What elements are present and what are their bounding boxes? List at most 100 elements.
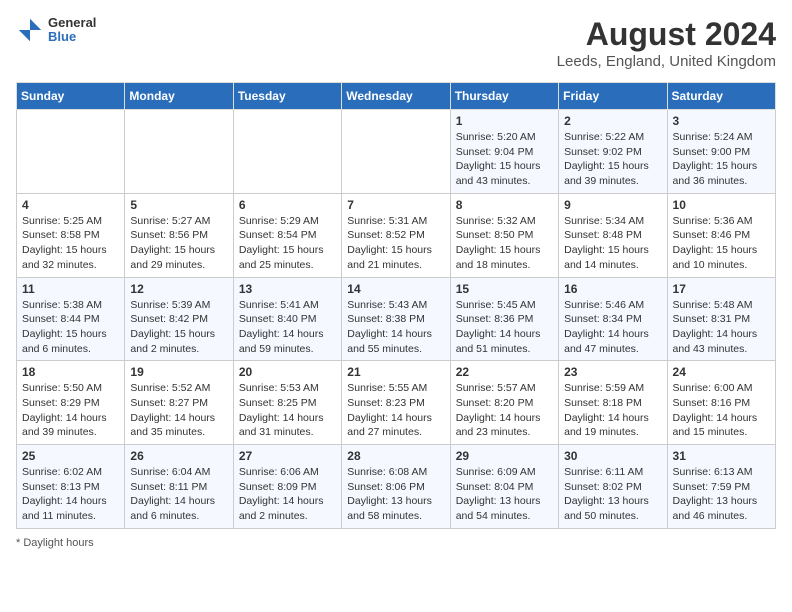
day-info: Sunrise: 5:41 AM Sunset: 8:40 PM Dayligh… bbox=[239, 298, 336, 357]
day-number: 19 bbox=[130, 365, 227, 379]
calendar-cell: 15 Sunrise: 5:45 AM Sunset: 8:36 PM Dayli… bbox=[450, 277, 558, 361]
day-info: Sunrise: 6:02 AM Sunset: 8:13 PM Dayligh… bbox=[22, 465, 119, 524]
day-number: 7 bbox=[347, 198, 444, 212]
calendar-table: Sunday Monday Tuesday Wednesday Thursday… bbox=[16, 82, 776, 529]
day-info: Sunrise: 5:46 AM Sunset: 8:34 PM Dayligh… bbox=[564, 298, 661, 357]
day-info: Sunrise: 5:43 AM Sunset: 8:38 PM Dayligh… bbox=[347, 298, 444, 357]
day-number: 4 bbox=[22, 198, 119, 212]
day-number: 17 bbox=[673, 282, 770, 296]
calendar-cell: 8 Sunrise: 5:32 AM Sunset: 8:50 PM Daylig… bbox=[450, 193, 558, 277]
day-number: 5 bbox=[130, 198, 227, 212]
logo: General Blue bbox=[16, 16, 96, 45]
calendar-cell: 6 Sunrise: 5:29 AM Sunset: 8:54 PM Daylig… bbox=[233, 193, 341, 277]
calendar-cell: 1 Sunrise: 5:20 AM Sunset: 9:04 PM Daylig… bbox=[450, 110, 558, 194]
calendar-cell: 17 Sunrise: 5:48 AM Sunset: 8:31 PM Dayli… bbox=[667, 277, 775, 361]
logo-general: General bbox=[48, 16, 96, 30]
header-row: Sunday Monday Tuesday Wednesday Thursday… bbox=[17, 83, 776, 110]
calendar-cell bbox=[342, 110, 450, 194]
day-number: 31 bbox=[673, 449, 770, 463]
calendar-cell: 23 Sunrise: 5:59 AM Sunset: 8:18 PM Dayli… bbox=[559, 361, 667, 445]
title-area: August 2024 Leeds, England, United Kingd… bbox=[557, 16, 776, 70]
day-number: 10 bbox=[673, 198, 770, 212]
day-info: Sunrise: 5:22 AM Sunset: 9:02 PM Dayligh… bbox=[564, 130, 661, 189]
calendar-cell: 27Sunrise: 6:06 AM Sunset: 8:09 PM Dayli… bbox=[233, 445, 341, 529]
day-number: 23 bbox=[564, 365, 661, 379]
day-info: Sunrise: 6:00 AM Sunset: 8:16 PM Dayligh… bbox=[673, 381, 770, 440]
col-sunday: Sunday bbox=[17, 83, 125, 110]
calendar-cell: 4Sunrise: 5:25 AM Sunset: 8:58 PM Daylig… bbox=[17, 193, 125, 277]
calendar-cell: 12Sunrise: 5:39 AM Sunset: 8:42 PM Dayli… bbox=[125, 277, 233, 361]
calendar-cell: 31 Sunrise: 6:13 AM Sunset: 7:59 PM Dayli… bbox=[667, 445, 775, 529]
day-info: Sunrise: 5:57 AM Sunset: 8:20 PM Dayligh… bbox=[456, 381, 553, 440]
calendar-cell: 3Sunrise: 5:24 AM Sunset: 9:00 PM Daylig… bbox=[667, 110, 775, 194]
day-info: Sunrise: 5:20 AM Sunset: 9:04 PM Dayligh… bbox=[456, 130, 553, 189]
footer-note: * Daylight hours bbox=[16, 537, 776, 549]
calendar-week-1: 1 Sunrise: 5:20 AM Sunset: 9:04 PM Daylig… bbox=[17, 110, 776, 194]
day-number: 13 bbox=[239, 282, 336, 296]
calendar-cell: 24 Sunrise: 6:00 AM Sunset: 8:16 PM Dayli… bbox=[667, 361, 775, 445]
day-number: 14 bbox=[347, 282, 444, 296]
logo-icon bbox=[16, 16, 44, 44]
day-info: Sunrise: 5:48 AM Sunset: 8:31 PM Dayligh… bbox=[673, 298, 770, 357]
day-info: Sunrise: 5:31 AM Sunset: 8:52 PM Dayligh… bbox=[347, 214, 444, 273]
day-number: 30 bbox=[564, 449, 661, 463]
calendar-cell bbox=[125, 110, 233, 194]
col-thursday: Thursday bbox=[450, 83, 558, 110]
day-info: Sunrise: 5:59 AM Sunset: 8:18 PM Dayligh… bbox=[564, 381, 661, 440]
day-info: Sunrise: 5:45 AM Sunset: 8:36 PM Dayligh… bbox=[456, 298, 553, 357]
day-number: 16 bbox=[564, 282, 661, 296]
calendar-cell: 30Sunrise: 6:11 AM Sunset: 8:02 PM Dayli… bbox=[559, 445, 667, 529]
day-number: 6 bbox=[239, 198, 336, 212]
day-info: Sunrise: 5:34 AM Sunset: 8:48 PM Dayligh… bbox=[564, 214, 661, 273]
col-saturday: Saturday bbox=[667, 83, 775, 110]
day-number: 20 bbox=[239, 365, 336, 379]
day-number: 28 bbox=[347, 449, 444, 463]
day-number: 24 bbox=[673, 365, 770, 379]
day-info: Sunrise: 6:08 AM Sunset: 8:06 PM Dayligh… bbox=[347, 465, 444, 524]
day-info: Sunrise: 5:32 AM Sunset: 8:50 PM Dayligh… bbox=[456, 214, 553, 273]
logo-text: General Blue bbox=[48, 16, 96, 45]
calendar-cell: 10Sunrise: 5:36 AM Sunset: 8:46 PM Dayli… bbox=[667, 193, 775, 277]
day-number: 1 bbox=[456, 114, 553, 128]
page-header: General Blue August 2024 Leeds, England,… bbox=[16, 16, 776, 70]
day-info: Sunrise: 5:38 AM Sunset: 8:44 PM Dayligh… bbox=[22, 298, 119, 357]
calendar-cell: 20 Sunrise: 5:53 AM Sunset: 8:25 PM Dayli… bbox=[233, 361, 341, 445]
calendar-cell: 19 Sunrise: 5:52 AM Sunset: 8:27 PM Dayli… bbox=[125, 361, 233, 445]
calendar-week-4: 18Sunrise: 5:50 AM Sunset: 8:29 PM Dayli… bbox=[17, 361, 776, 445]
calendar-cell bbox=[17, 110, 125, 194]
calendar-header: Sunday Monday Tuesday Wednesday Thursday… bbox=[17, 83, 776, 110]
calendar-cell: 29Sunrise: 6:09 AM Sunset: 8:04 PM Dayli… bbox=[450, 445, 558, 529]
calendar-cell: 11Sunrise: 5:38 AM Sunset: 8:44 PM Dayli… bbox=[17, 277, 125, 361]
day-info: Sunrise: 6:04 AM Sunset: 8:11 PM Dayligh… bbox=[130, 465, 227, 524]
calendar-cell: 22 Sunrise: 5:57 AM Sunset: 8:20 PM Dayli… bbox=[450, 361, 558, 445]
day-number: 26 bbox=[130, 449, 227, 463]
day-number: 2 bbox=[564, 114, 661, 128]
footer-text: Daylight hours bbox=[23, 537, 93, 549]
day-info: Sunrise: 6:09 AM Sunset: 8:04 PM Dayligh… bbox=[456, 465, 553, 524]
calendar-week-5: 25Sunrise: 6:02 AM Sunset: 8:13 PM Dayli… bbox=[17, 445, 776, 529]
day-info: Sunrise: 6:06 AM Sunset: 8:09 PM Dayligh… bbox=[239, 465, 336, 524]
day-number: 21 bbox=[347, 365, 444, 379]
calendar-cell: 9 Sunrise: 5:34 AM Sunset: 8:48 PM Daylig… bbox=[559, 193, 667, 277]
day-info: Sunrise: 5:53 AM Sunset: 8:25 PM Dayligh… bbox=[239, 381, 336, 440]
calendar-body: 1 Sunrise: 5:20 AM Sunset: 9:04 PM Daylig… bbox=[17, 110, 776, 529]
day-info: Sunrise: 5:29 AM Sunset: 8:54 PM Dayligh… bbox=[239, 214, 336, 273]
page-title: August 2024 bbox=[557, 16, 776, 53]
day-info: Sunrise: 5:27 AM Sunset: 8:56 PM Dayligh… bbox=[130, 214, 227, 273]
day-number: 15 bbox=[456, 282, 553, 296]
calendar-week-3: 11Sunrise: 5:38 AM Sunset: 8:44 PM Dayli… bbox=[17, 277, 776, 361]
day-info: Sunrise: 5:55 AM Sunset: 8:23 PM Dayligh… bbox=[347, 381, 444, 440]
day-info: Sunrise: 5:52 AM Sunset: 8:27 PM Dayligh… bbox=[130, 381, 227, 440]
day-info: Sunrise: 6:13 AM Sunset: 7:59 PM Dayligh… bbox=[673, 465, 770, 524]
calendar-cell: 21 Sunrise: 5:55 AM Sunset: 8:23 PM Dayli… bbox=[342, 361, 450, 445]
logo-blue: Blue bbox=[48, 30, 96, 44]
col-wednesday: Wednesday bbox=[342, 83, 450, 110]
day-number: 12 bbox=[130, 282, 227, 296]
calendar-cell: 26 Sunrise: 6:04 AM Sunset: 8:11 PM Dayli… bbox=[125, 445, 233, 529]
calendar-cell: 2 Sunrise: 5:22 AM Sunset: 9:02 PM Daylig… bbox=[559, 110, 667, 194]
day-number: 8 bbox=[456, 198, 553, 212]
day-number: 9 bbox=[564, 198, 661, 212]
calendar-cell: 16 Sunrise: 5:46 AM Sunset: 8:34 PM Dayli… bbox=[559, 277, 667, 361]
calendar-cell: 14 Sunrise: 5:43 AM Sunset: 8:38 PM Dayli… bbox=[342, 277, 450, 361]
day-number: 22 bbox=[456, 365, 553, 379]
